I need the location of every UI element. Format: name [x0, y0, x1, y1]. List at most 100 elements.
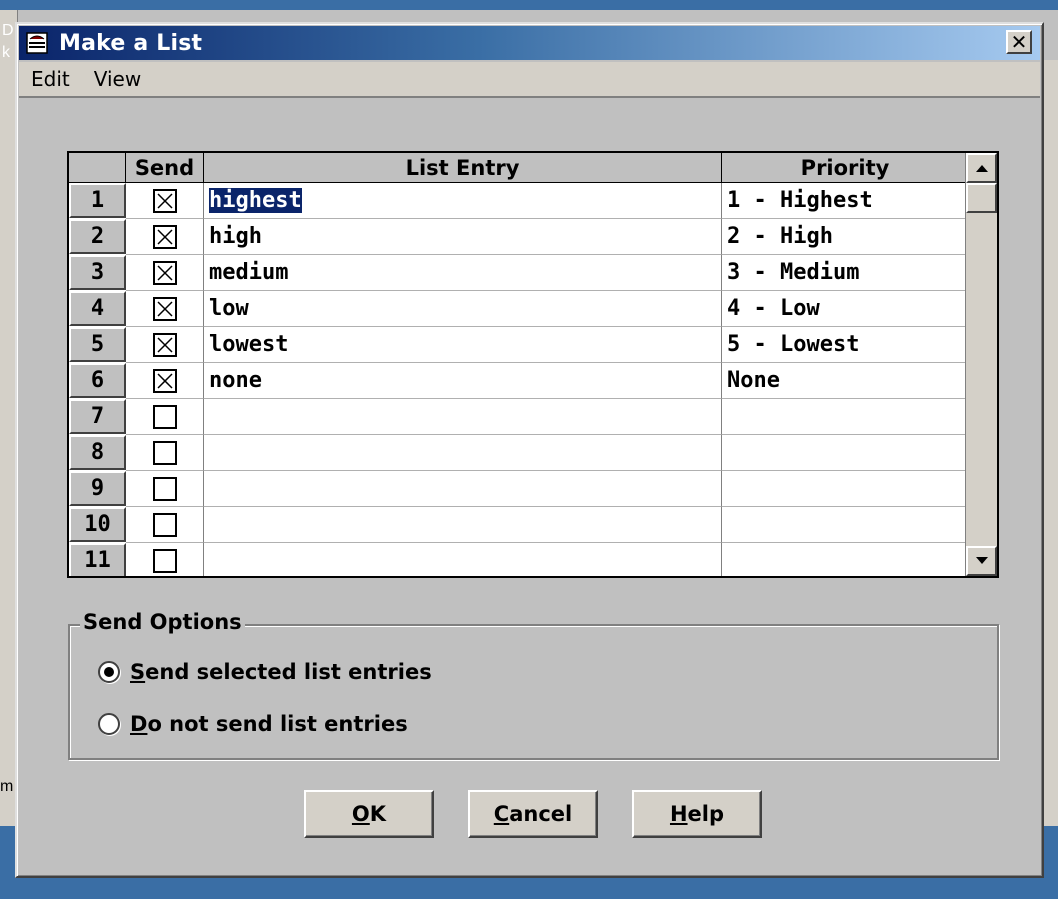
priority-cell[interactable]: 1 - Highest — [722, 183, 969, 219]
radio-send-selected[interactable]: Send selected list entries — [98, 660, 432, 684]
row-number-3[interactable]: 3 — [69, 255, 126, 290]
cancel-button[interactable]: Cancel — [468, 790, 598, 838]
background-text-fragment: m — [0, 778, 14, 795]
list-entry-cell[interactable] — [204, 399, 722, 435]
send-checkbox-checked[interactable] — [152, 296, 177, 321]
priority-cell[interactable] — [722, 471, 969, 507]
send-cell — [126, 471, 204, 507]
priority-cell[interactable]: 4 - Low — [722, 291, 969, 327]
radio-do-not-send[interactable]: Do not send list entries — [98, 712, 408, 736]
close-button[interactable]: ✕ — [1006, 30, 1032, 54]
title-bar[interactable]: Make a List ✕ — [19, 26, 1040, 60]
send-checkbox[interactable] — [152, 548, 177, 573]
send-checkbox[interactable] — [152, 476, 177, 501]
list-entry-text: high — [209, 224, 262, 249]
list-entry-cell[interactable] — [204, 435, 722, 471]
priority-cell[interactable] — [722, 399, 969, 435]
row-number-9[interactable]: 9 — [69, 471, 126, 506]
make-a-list-dialog: Make a List ✕ Edit View Send List Entry … — [15, 22, 1044, 878]
send-cell — [126, 507, 204, 543]
send-checkbox-checked[interactable] — [152, 368, 177, 393]
ok-button[interactable]: OK — [304, 790, 434, 838]
send-cell — [126, 543, 204, 576]
vertical-scrollbar[interactable] — [965, 153, 997, 576]
row-number-8[interactable]: 8 — [69, 435, 126, 470]
radio-button-unchecked[interactable] — [98, 713, 120, 735]
row-number-11[interactable]: 11 — [69, 543, 126, 576]
check-x-icon — [156, 264, 173, 281]
send-options-group: Send Options Send selected list entries … — [68, 610, 999, 760]
menu-edit[interactable]: Edit — [19, 67, 82, 91]
help-button[interactable]: Help — [632, 790, 762, 838]
list-entry-text: lowest — [209, 332, 289, 357]
list-entry-cell[interactable]: high — [204, 219, 722, 255]
scroll-down-button[interactable] — [966, 546, 997, 576]
list-entry-cell[interactable]: none — [204, 363, 722, 399]
check-x-icon — [156, 228, 173, 245]
send-checkbox-checked[interactable] — [152, 224, 177, 249]
background-text-fragment: k — [2, 44, 10, 61]
row-number-4[interactable]: 4 — [69, 291, 126, 326]
list-entry-text: medium — [209, 260, 289, 285]
send-cell — [126, 291, 204, 327]
column-header-priority[interactable]: Priority — [722, 153, 969, 183]
scroll-up-button[interactable] — [966, 153, 997, 183]
radio-dot-icon — [104, 667, 114, 677]
send-checkbox[interactable] — [152, 440, 177, 465]
priority-cell[interactable]: None — [722, 363, 969, 399]
row-number-10[interactable]: 10 — [69, 507, 126, 542]
check-x-icon — [156, 336, 173, 353]
app-icon — [23, 30, 51, 56]
priority-cell[interactable]: 3 - Medium — [722, 255, 969, 291]
column-header-send[interactable]: Send — [126, 153, 204, 183]
send-checkbox-checked[interactable] — [152, 260, 177, 285]
background-text-fragment: D — [2, 22, 14, 39]
scroll-thumb[interactable] — [966, 183, 997, 213]
priority-cell[interactable] — [722, 435, 969, 471]
send-cell — [126, 399, 204, 435]
send-checkbox-checked[interactable] — [152, 332, 177, 357]
row-number-7[interactable]: 7 — [69, 399, 126, 434]
list-entry-cell[interactable] — [204, 507, 722, 543]
window-title: Make a List — [59, 30, 203, 56]
send-cell — [126, 219, 204, 255]
row-number-2[interactable]: 2 — [69, 219, 126, 254]
send-cell — [126, 327, 204, 363]
background-topbar — [0, 0, 1058, 10]
list-entry-cell[interactable]: medium — [204, 255, 722, 291]
list-entry-cell[interactable]: highest — [204, 183, 722, 219]
radio-button-checked[interactable] — [98, 661, 120, 683]
send-cell — [126, 183, 204, 219]
send-options-label: Send Options — [80, 610, 245, 634]
list-entry-cell[interactable] — [204, 543, 722, 576]
list-grid[interactable]: Send List Entry Priority 1 highest 1 - Hig… — [67, 151, 999, 578]
arrow-down-icon — [975, 557, 988, 564]
priority-cell[interactable] — [722, 543, 969, 576]
send-cell — [126, 435, 204, 471]
list-entry-cell[interactable]: lowest — [204, 327, 722, 363]
check-x-icon — [156, 372, 173, 389]
row-number-5[interactable]: 5 — [69, 327, 126, 362]
check-x-icon — [156, 300, 173, 317]
send-checkbox[interactable] — [152, 512, 177, 537]
row-number-1[interactable]: 1 — [69, 183, 126, 218]
priority-cell[interactable] — [722, 507, 969, 543]
list-entry-cell[interactable] — [204, 471, 722, 507]
list-entry-text: none — [209, 368, 262, 393]
list-entry-text: low — [209, 296, 249, 321]
row-number-6[interactable]: 6 — [69, 363, 126, 398]
grid-corner-header — [69, 153, 126, 183]
list-entry-cell[interactable]: low — [204, 291, 722, 327]
send-checkbox-checked[interactable] — [152, 188, 177, 213]
menu-view[interactable]: View — [82, 67, 153, 91]
priority-cell[interactable]: 5 - Lowest — [722, 327, 969, 363]
priority-cell[interactable]: 2 - High — [722, 219, 969, 255]
check-x-icon — [156, 192, 173, 209]
menu-bar: Edit View — [19, 62, 1040, 98]
send-cell — [126, 255, 204, 291]
radio-send-selected-label: Send selected list entries — [130, 660, 432, 684]
send-cell — [126, 363, 204, 399]
column-header-list-entry[interactable]: List Entry — [204, 153, 722, 183]
send-checkbox[interactable] — [152, 404, 177, 429]
background-right-panel — [1043, 60, 1058, 826]
